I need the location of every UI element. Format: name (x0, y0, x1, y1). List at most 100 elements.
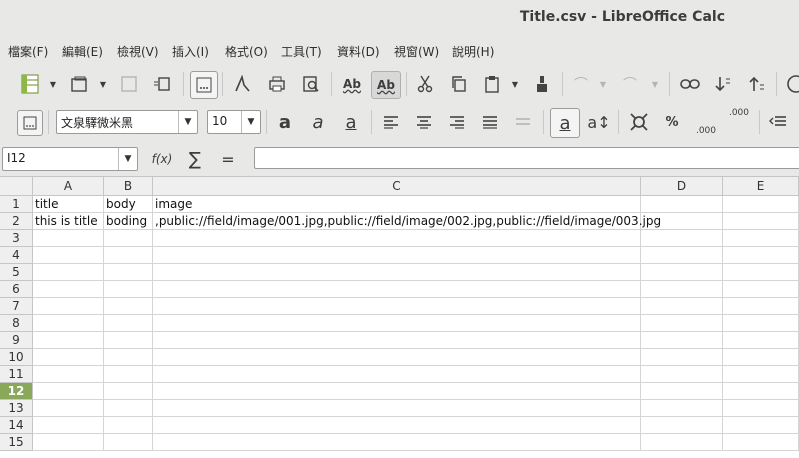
cell-e3[interactable] (723, 230, 799, 247)
menu-tools[interactable]: 工具(T) (281, 43, 322, 60)
chevron-down-icon[interactable]: ▼ (118, 148, 137, 170)
cell-d8[interactable] (641, 315, 723, 332)
cell-b14[interactable] (104, 417, 153, 434)
cell-c4[interactable] (153, 247, 641, 264)
underline-icon[interactable]: a (339, 110, 363, 134)
autospellcheck-icon[interactable]: Ab (371, 71, 401, 99)
export-pdf-icon[interactable] (150, 72, 174, 96)
cell-a7[interactable] (33, 298, 104, 315)
merge-cells-icon[interactable] (511, 110, 535, 134)
cell-b8[interactable] (104, 315, 153, 332)
cell-d10[interactable] (641, 349, 723, 366)
cell-a4[interactable] (33, 247, 104, 264)
hyperlink-icon[interactable] (677, 72, 703, 96)
cell-d13[interactable] (641, 400, 723, 417)
row-header-3[interactable]: 3 (0, 230, 33, 247)
cell-e14[interactable] (723, 417, 799, 434)
open-folder-icon[interactable] (67, 72, 91, 96)
formula-input[interactable] (254, 147, 799, 169)
clone-formatting-icon[interactable] (530, 72, 554, 96)
cell-c11[interactable] (153, 366, 641, 383)
cell-e4[interactable] (723, 247, 799, 264)
cell-b9[interactable] (104, 332, 153, 349)
cell-d4[interactable] (641, 247, 723, 264)
cell-d5[interactable] (641, 264, 723, 281)
cell-e7[interactable] (723, 298, 799, 315)
menu-data[interactable]: 資料(D) (337, 43, 380, 60)
new-dropdown-icon[interactable]: ▼ (48, 76, 58, 92)
row-header-7[interactable]: 7 (0, 298, 33, 315)
cell-a10[interactable] (33, 349, 104, 366)
print-icon[interactable] (265, 72, 289, 96)
row-header-5[interactable]: 5 (0, 264, 33, 281)
cell-a15[interactable] (33, 434, 104, 451)
cell-e1[interactable] (723, 196, 799, 213)
spellcheck-icon[interactable]: Ab (339, 71, 365, 97)
cell-a13[interactable] (33, 400, 104, 417)
cell-c1[interactable]: image (153, 196, 641, 213)
sort-ascending-icon[interactable] (745, 72, 769, 96)
column-header-d[interactable]: D (641, 177, 723, 196)
cell-d7[interactable] (641, 298, 723, 315)
cell-a14[interactable] (33, 417, 104, 434)
copy-icon[interactable] (447, 72, 471, 96)
italic-icon[interactable]: a (306, 110, 330, 134)
cell-c13[interactable] (153, 400, 641, 417)
cell-b10[interactable] (104, 349, 153, 366)
chevron-down-icon[interactable]: ▼ (241, 111, 260, 133)
cell-b7[interactable] (104, 298, 153, 315)
decrease-indent-icon[interactable] (766, 110, 790, 134)
cell-d1[interactable] (641, 196, 723, 213)
cell-b12[interactable] (104, 383, 153, 400)
name-box[interactable]: I12 ▼ (2, 147, 138, 171)
row-header-14[interactable]: 14 (0, 417, 33, 434)
cell-e13[interactable] (723, 400, 799, 417)
cell-c6[interactable] (153, 281, 641, 298)
save-icon[interactable] (117, 72, 141, 96)
cell-a3[interactable] (33, 230, 104, 247)
cell-b5[interactable] (104, 264, 153, 281)
cell-b13[interactable] (104, 400, 153, 417)
cell-b2[interactable]: boding (104, 213, 153, 230)
cell-c3[interactable] (153, 230, 641, 247)
column-header-c[interactable]: C (153, 177, 641, 196)
cell-a11[interactable] (33, 366, 104, 383)
cell-c8[interactable] (153, 315, 641, 332)
cell-a9[interactable] (33, 332, 104, 349)
row-header-6[interactable]: 6 (0, 281, 33, 298)
select-all-corner[interactable] (0, 177, 33, 196)
insert-chart-icon[interactable] (784, 72, 799, 96)
undo-dropdown-icon[interactable]: ▼ (598, 76, 608, 92)
cell-a6[interactable] (33, 281, 104, 298)
row-header-2[interactable]: 2 (0, 213, 33, 230)
cell-d2[interactable] (641, 213, 723, 230)
print-preview-icon[interactable] (299, 72, 323, 96)
cell-d9[interactable] (641, 332, 723, 349)
cell-e10[interactable] (723, 349, 799, 366)
menu-edit[interactable]: 編輯(E) (62, 43, 103, 60)
cell-d3[interactable] (641, 230, 723, 247)
function-wizard-icon[interactable]: f(x) (148, 147, 176, 171)
chevron-down-icon[interactable]: ▼ (178, 111, 197, 133)
cell-e2[interactable] (723, 213, 799, 230)
sort-descending-icon[interactable] (711, 72, 735, 96)
cell-e12[interactable] (723, 383, 799, 400)
cell-e11[interactable] (723, 366, 799, 383)
cell-e6[interactable] (723, 281, 799, 298)
wrap-text-icon[interactable]: a (550, 108, 580, 138)
cell-d6[interactable] (641, 281, 723, 298)
cell-c7[interactable] (153, 298, 641, 315)
cell-b4[interactable] (104, 247, 153, 264)
cell-b3[interactable] (104, 230, 153, 247)
cell-b11[interactable] (104, 366, 153, 383)
cell-c12[interactable] (153, 383, 641, 400)
row-header-13[interactable]: 13 (0, 400, 33, 417)
row-header-1[interactable]: 1 (0, 196, 33, 213)
cell-a8[interactable] (33, 315, 104, 332)
percent-format-icon[interactable]: % (660, 110, 684, 134)
align-center-icon[interactable] (412, 110, 436, 134)
add-decimal-place-icon[interactable]: .000 (726, 108, 752, 136)
cell-c2[interactable]: ,public://field/image/001.jpg,public://f… (153, 213, 661, 230)
cell-b1[interactable]: body (104, 196, 153, 213)
cell-a5[interactable] (33, 264, 104, 281)
